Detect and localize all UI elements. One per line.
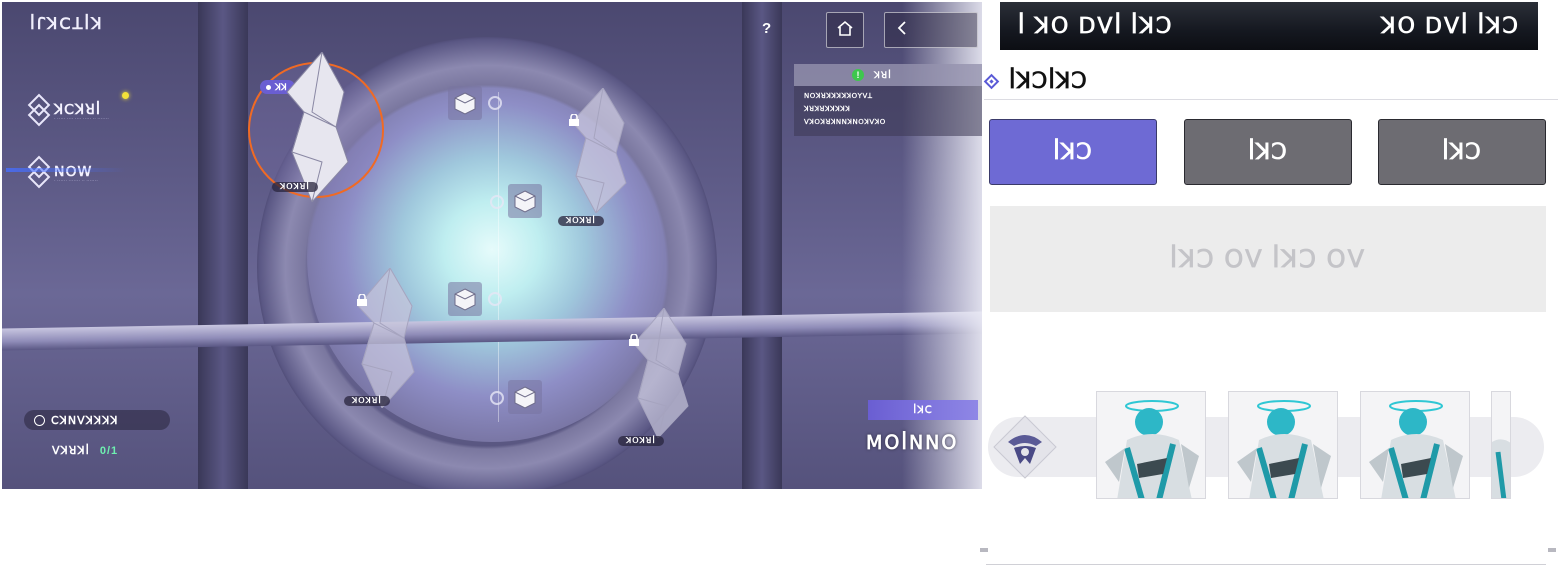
bottom-divider xyxy=(986,564,1546,565)
track-name: ꓘꓚꓘꓤꟾ xyxy=(54,100,101,117)
character-portrait xyxy=(1492,439,1510,498)
crystal-node-4[interactable] xyxy=(630,308,690,438)
banner-title-left: ꟾ ꓘꓳ ꓓꓦꟾ ꟾꓘꓛ xyxy=(1018,13,1174,38)
track-emblem-icon xyxy=(28,96,46,122)
empty-state: ꟾꓘꓛ ꓳꓦ ꟾꓘꓛ ꓳꓦ xyxy=(990,206,1546,312)
background-pillar xyxy=(198,2,248,489)
divider xyxy=(984,99,1558,100)
track-subtitle: · ····· ···· ···· ····· ·· ······· xyxy=(54,116,109,122)
quest-line: ꓠꓳꓘꓤꓘꓘꓘꓘꓘꓳꓬꓦꓕ xyxy=(804,93,873,100)
track-item-2[interactable]: ꓠꓳꓪ · ······ ······· ·· ······· xyxy=(5,158,127,184)
help-button[interactable]: ? xyxy=(762,20,771,37)
reward-button[interactable]: ꟾꓘꓚ xyxy=(868,400,978,420)
back-button[interactable] xyxy=(884,12,978,48)
track-subtitle: · ······ ······· ·· ······· xyxy=(54,178,98,184)
section-header: ꟾꓘꓛꟾꓘꓛ xyxy=(983,68,1088,94)
background-pillar xyxy=(742,2,782,489)
home-icon xyxy=(836,20,854,41)
track-emblem-icon xyxy=(28,158,46,184)
clock-icon xyxy=(34,414,45,426)
section-title: ꟾꓘꓛꟾꓘꓛ xyxy=(1009,68,1088,93)
cube-node[interactable] xyxy=(448,282,482,316)
scroll-marker xyxy=(980,548,988,552)
mission-label: ꓟꓳꟾꓠꓠꓳ xyxy=(866,433,959,454)
diamond-icon xyxy=(983,73,1000,89)
quest-header: ! ꓘꓤꟾ xyxy=(794,64,982,86)
node-label: ꓘꓳꓘꓤꟾ xyxy=(272,182,318,192)
quest-title: ꓘꓤꟾ xyxy=(874,69,892,80)
lock-icon xyxy=(568,114,580,126)
character-card[interactable] xyxy=(1228,391,1338,499)
notification-dot xyxy=(122,92,129,99)
node-marker xyxy=(490,391,504,405)
progress-counter: ꓦꓘꓤꓘꟾ 0/1 xyxy=(52,444,118,457)
node-marker xyxy=(488,96,502,110)
alert-icon: ! xyxy=(852,69,864,81)
cube-node[interactable] xyxy=(508,184,542,218)
tab-2[interactable]: ꟾꓘꓛ xyxy=(1184,119,1352,185)
route-line xyxy=(498,92,499,422)
lock-icon xyxy=(356,294,368,306)
scroll-marker xyxy=(1548,548,1556,552)
node-marker xyxy=(488,292,502,306)
node-label: ꓘꓳꓘꓤꟾ xyxy=(618,436,664,446)
crystal-node-1[interactable] xyxy=(282,52,352,202)
lock-icon xyxy=(628,334,640,346)
banner-title-right: ꓘꓳ ꓓꓦꟾ ꟾꓘꓛ xyxy=(1381,13,1520,38)
track-name: ꓠꓳꓪ xyxy=(54,162,93,179)
tab-3[interactable]: ꟾꓘꓛ xyxy=(1378,119,1546,185)
quest-line: ꓘꓤꓘꓤꓘꓘꓘꓘꓘ xyxy=(804,106,851,113)
character-card[interactable] xyxy=(1491,391,1511,499)
progress-label: ꓦꓘꓤꓘꟾ xyxy=(52,445,90,457)
character-portrait xyxy=(1369,400,1463,498)
timer-label: ꓚꓘꓠꓦꓘꓘꓘꓘ xyxy=(51,414,119,427)
node-marker xyxy=(490,195,504,209)
node-label: ꓘꓳꓘꓤꟾ xyxy=(344,396,390,406)
chevron-left-icon xyxy=(897,20,907,41)
character-card[interactable] xyxy=(1360,391,1470,499)
quest-line: ꓦꓘꓳꓘꓤꓘꓠꓠꓘꓠꓳꓘꓦꓘꓳ xyxy=(804,119,886,126)
tab-1[interactable]: ꟾꓘꓛ xyxy=(989,119,1157,185)
crystal-node-2[interactable] xyxy=(568,88,628,213)
cube-node[interactable] xyxy=(448,86,482,120)
tag-dot xyxy=(266,84,271,90)
character-portrait xyxy=(1237,400,1331,498)
home-button[interactable] xyxy=(826,12,864,48)
timer-badge: ꓚꓘꓠꓦꓘꓘꓘꓘ xyxy=(24,410,170,430)
crystal-node-3[interactable] xyxy=(354,268,416,408)
header-banner: ꟾ ꓘꓳ ꓓꓦꟾ ꟾꓘꓛ ꓘꓳ ꓓꓦꟾ ꟾꓘꓛ xyxy=(1000,2,1538,50)
stage-title: ꟾꓩꓘꓚꓕꟾꓘ xyxy=(30,16,104,33)
game-viewport[interactable]: ꟾꓩꓘꓚꓕꟾꓘ ꓘꓚꓘꓤꟾ · ····· ···· ···· ····· ··… xyxy=(2,2,982,489)
character-card[interactable] xyxy=(1096,391,1206,499)
quest-panel[interactable]: ! ꓘꓤꟾ ꓠꓳꓘꓤꓘꓘꓘꓘꓘꓳꓬꓦꓕ ꓘꓤꓘꓤꓘꓘꓘꓘꓘ ꓦꓘꓳꓘꓤꓘꓠꓠꓘꓠ… xyxy=(794,64,982,136)
faction-emblem-icon xyxy=(992,414,1058,480)
cube-node[interactable] xyxy=(508,380,542,414)
track-item-1[interactable]: ꓘꓚꓘꓤꟾ · ····· ···· ···· ····· ·· ······· xyxy=(28,96,109,123)
node-label: ꓘꓳꓘꓤꟾ xyxy=(558,216,604,226)
progress-value: 0/1 xyxy=(99,445,119,457)
character-portrait xyxy=(1105,400,1199,498)
